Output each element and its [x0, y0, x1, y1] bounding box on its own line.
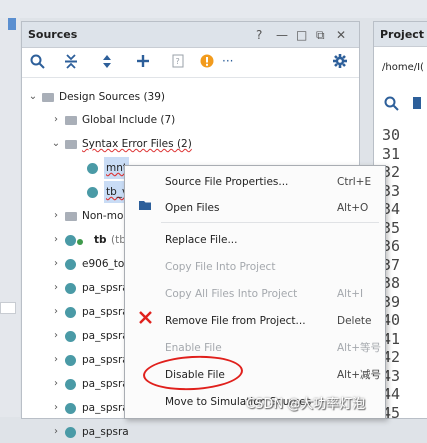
verilog-file-icon [65, 235, 76, 246]
project-title: Project [374, 22, 427, 47]
menu-item-copy-all-files[interactable]: Copy All Files Into Project Alt+I [125, 281, 385, 308]
menu-item-shortcut: Ctrl+E [337, 176, 372, 188]
menu-item-label: Source File Properties... [165, 176, 289, 188]
menu-item-label: Replace File... [165, 234, 238, 246]
tree-label: Global Include (7) [82, 114, 176, 126]
chevron-right-icon[interactable]: › [51, 277, 61, 299]
menu-item-shortcut: Delete [337, 315, 372, 327]
chevron-right-icon[interactable]: › [51, 373, 61, 395]
tree-label: pa_spsra [82, 306, 129, 318]
tree-label: pa_spsra [82, 402, 129, 414]
menu-item-remove-file[interactable]: Remove File from Project... Delete [125, 308, 385, 335]
help-button[interactable]: ? [256, 28, 262, 42]
chevron-right-icon[interactable]: › [51, 349, 61, 371]
chevron-right-icon[interactable]: › [51, 397, 61, 419]
left-edge-tab[interactable] [0, 302, 16, 314]
menu-item-label: Remove File from Project... [165, 315, 306, 327]
chevron-right-icon[interactable]: › [51, 205, 61, 227]
minimize-button[interactable]: — [276, 28, 288, 42]
more-options-button[interactable]: ··· [222, 53, 233, 69]
chevron-right-icon[interactable]: › [51, 325, 61, 347]
menu-item-label: Copy File Into Project [165, 261, 276, 273]
gear-icon[interactable] [333, 54, 347, 72]
chevron-right-icon[interactable]: › [51, 253, 61, 275]
menu-item-replace-file[interactable]: Replace File... [125, 227, 385, 254]
tree-label: pa_spsra [82, 378, 129, 390]
collapse-all-icon[interactable] [64, 54, 78, 73]
tree-label: Design Sources (39) [59, 91, 166, 103]
folder-open-icon [136, 195, 154, 222]
tree-node-global-include[interactable]: › Global Include (7) [22, 109, 322, 131]
menu-item-shortcut: Alt+I [337, 288, 364, 300]
svg-text:?: ? [176, 57, 180, 66]
sources-title: Sources [28, 28, 78, 41]
maximize-button[interactable]: □ [296, 28, 307, 42]
verilog-file-icon [65, 331, 76, 342]
project-path: /home/I( [382, 62, 424, 73]
menu-item-label: Copy All Files Into Project [165, 288, 298, 300]
folder-icon [42, 93, 54, 102]
file-properties-icon[interactable]: ? [172, 54, 184, 72]
search-icon[interactable] [30, 54, 45, 73]
tree-label: pa_spsra [82, 330, 129, 342]
tree-node-design-sources[interactable]: ⌄ Design Sources (39) [22, 86, 322, 108]
search-icon[interactable] [384, 96, 399, 115]
close-icon [136, 308, 154, 335]
menu-item-copy-file-into-project[interactable]: Copy File Into Project [125, 254, 385, 281]
tree-label: Syntax Error Files (2) [82, 138, 192, 150]
menu-item-shortcut: Alt+减号 [337, 369, 382, 381]
top-strip [0, 0, 427, 18]
sources-titlebar: Sources ? — □ ⧉ ✕ [22, 22, 359, 48]
float-button[interactable]: ⧉ [316, 28, 325, 43]
line-number: 31 [382, 144, 401, 163]
chevron-right-icon[interactable]: › [51, 109, 61, 131]
top-module-icon [77, 239, 83, 245]
verilog-file-icon [65, 283, 76, 294]
watermark: CSDN @大功率灯泡 [246, 397, 366, 412]
chevron-right-icon[interactable]: › [51, 301, 61, 323]
warning-icon[interactable] [200, 54, 214, 72]
tree-label: pa_spsra [82, 426, 129, 438]
chevron-right-icon[interactable]: › [51, 421, 61, 443]
verilog-file-icon [65, 307, 76, 318]
tree-label: pa_spsra [82, 282, 129, 294]
folder-icon [65, 140, 77, 149]
verilog-file-icon [65, 259, 76, 270]
line-number: 30 [382, 126, 401, 144]
left-edge-panel [0, 18, 20, 417]
close-button[interactable]: ✕ [336, 28, 346, 42]
verilog-file-icon [65, 379, 76, 390]
menu-item-source-file-properties[interactable]: Source File Properties... Ctrl+E [125, 169, 385, 196]
sources-toolbar: ? ··· [22, 48, 359, 78]
verilog-file-icon [65, 427, 76, 438]
verilog-file-icon [65, 403, 76, 414]
menu-separator [161, 222, 379, 223]
menu-item-shortcut: Alt+等号 [337, 342, 382, 354]
chevron-down-icon[interactable]: ⌄ [51, 133, 61, 155]
left-edge-marker [8, 18, 16, 30]
expand-all-icon[interactable] [100, 54, 114, 73]
toolbar-icon[interactable] [412, 96, 422, 114]
tree-label: pa_spsra [82, 354, 129, 366]
chevron-down-icon[interactable]: ⌄ [28, 86, 38, 108]
verilog-file-icon [87, 163, 98, 174]
verilog-file-icon [87, 187, 98, 198]
chevron-right-icon[interactable]: › [51, 229, 61, 251]
folder-icon [65, 116, 77, 125]
verilog-file-icon [65, 355, 76, 366]
menu-item-enable-file[interactable]: Enable File Alt+等号 [125, 335, 385, 362]
tree-label: tb [94, 234, 107, 246]
menu-item-shortcut: Alt+O [337, 202, 369, 214]
add-icon[interactable] [136, 54, 150, 72]
tree-node-pa[interactable]: › pa_spsra [22, 421, 152, 443]
menu-item-label: Open Files [165, 202, 220, 214]
tree-node-syntax-error-files[interactable]: ⌄ Syntax Error Files (2) [22, 133, 322, 155]
folder-icon [65, 212, 77, 221]
tree-label: Non-moc [82, 210, 130, 222]
menu-item-open-files[interactable]: Open Files Alt+O [125, 195, 385, 222]
